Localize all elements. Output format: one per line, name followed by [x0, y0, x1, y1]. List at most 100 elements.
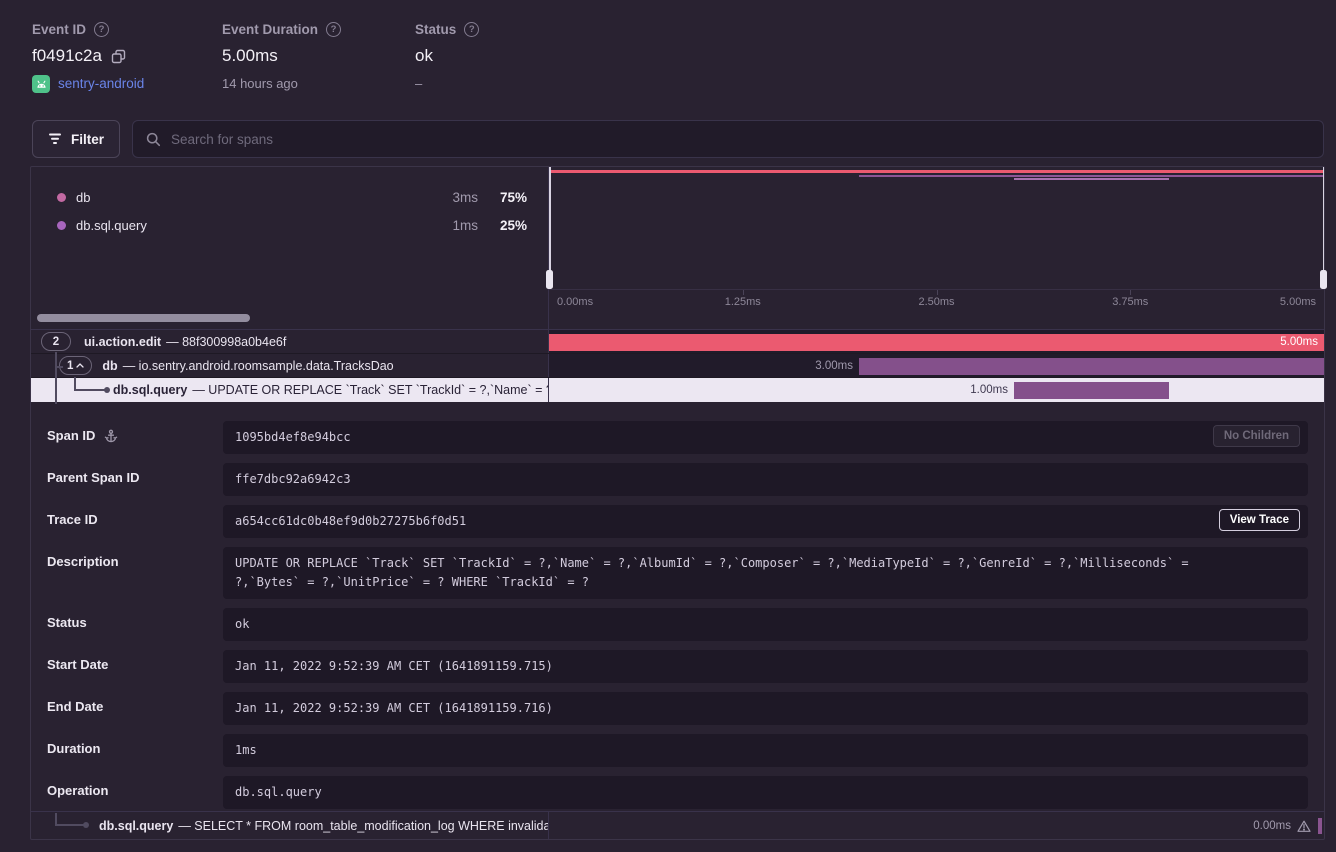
legend-duration: 1ms: [452, 218, 478, 233]
status-sub: –: [415, 76, 422, 91]
span-row-select-query[interactable]: db.sql.query — SELECT * FROM room_table_…: [31, 811, 1324, 839]
search-icon: [146, 132, 161, 147]
detail-label: Description: [47, 554, 119, 569]
tree-connector-line: [74, 389, 106, 391]
search-input[interactable]: [171, 132, 1310, 147]
status-field: Status ? ok –: [415, 22, 479, 93]
event-duration-label: Event Duration: [222, 22, 318, 37]
duration-value: 1ms: [235, 743, 257, 757]
minimap-chart[interactable]: [549, 167, 1324, 289]
event-id-field: Event ID ? f0491c2a: [32, 22, 144, 93]
time-axis: 0.00ms 1.25ms 2.50ms 3.75ms 5.00ms: [549, 289, 1324, 313]
detail-row-parent-span-id: Parent Span ID ffe7dbc92a6942c3: [47, 463, 1308, 496]
minimap-span-db: [859, 175, 1324, 178]
minimap-span-ui-action-edit: [549, 170, 1324, 173]
detail-label: End Date: [47, 699, 103, 714]
description-value: UPDATE OR REPLACE `Track` SET `TrackId` …: [235, 556, 1189, 589]
detail-row-span-id: Span ID 1095bd4ef8e94bcc No Children: [47, 421, 1308, 454]
children-count-badge[interactable]: 2: [41, 332, 71, 351]
span-duration-label: 5.00ms: [1280, 330, 1318, 354]
span-op: db: [102, 359, 117, 373]
legend-percent: 25%: [493, 218, 527, 233]
tick-label: 2.50ms: [918, 296, 954, 308]
status-value: ok: [415, 46, 433, 66]
event-id-value: f0491c2a: [32, 46, 102, 66]
minimap-right-handle[interactable]: [1323, 167, 1325, 289]
span-bar[interactable]: [1014, 382, 1169, 399]
event-id-label: Event ID: [32, 22, 86, 37]
detail-label: Start Date: [47, 657, 108, 672]
detail-label: Operation: [47, 783, 108, 798]
filter-label: Filter: [71, 132, 104, 147]
op-color-dot: [57, 221, 66, 230]
tree-connector-line: [55, 366, 63, 368]
warning-icon: [1297, 820, 1311, 833]
legend-percent: 75%: [493, 190, 527, 205]
view-trace-button[interactable]: View Trace: [1219, 509, 1300, 531]
span-row-ui-action-edit[interactable]: 2 ui.action.edit — 88f300998a0b4e6f 5.00…: [31, 330, 1324, 354]
detail-label: Trace ID: [47, 512, 98, 527]
chevron-up-icon: [76, 363, 84, 368]
tick-label: 0.00ms: [557, 296, 593, 308]
filter-icon: [48, 133, 62, 145]
tree-connector-line: [55, 352, 57, 404]
span-duration-label: 3.00ms: [815, 354, 853, 378]
span-op: ui.action.edit: [84, 335, 161, 349]
copy-icon[interactable]: [111, 49, 126, 64]
parent-span-id-value: ffe7dbc92a6942c3: [235, 472, 351, 486]
span-op: db.sql.query: [113, 383, 187, 397]
detail-row-status: Status ok: [47, 608, 1308, 641]
span-bar[interactable]: [549, 334, 1324, 351]
minimap-left-handle[interactable]: [549, 167, 551, 289]
minimap-span-db-sql-query: [1014, 178, 1169, 180]
span-bar[interactable]: [1318, 818, 1322, 834]
span-id-value: 1095bd4ef8e94bcc: [235, 430, 351, 444]
anchor-icon[interactable]: [104, 429, 118, 443]
span-row-db[interactable]: 1 db — io.sentry.android.roomsample.data…: [31, 354, 1324, 378]
android-icon: [32, 75, 50, 93]
drag-grip[interactable]: [546, 270, 553, 289]
detail-row-trace-id: Trace ID a654cc61dc0b48ef9d0b27275b6f0d5…: [47, 505, 1308, 538]
span-desc: — 88f300998a0b4e6f: [166, 335, 286, 349]
trace-minimap[interactable]: 0.00ms 1.25ms 2.50ms 3.75ms 5.00ms: [549, 167, 1324, 329]
span-tree-panel: db 3ms 75% db.sql.query 1ms 25%: [30, 166, 1325, 840]
op-color-dot: [57, 193, 66, 202]
status-label: Status: [415, 22, 456, 37]
detail-row-end-date: End Date Jan 11, 2022 9:52:39 AM CET (16…: [47, 692, 1308, 725]
span-bar[interactable]: [859, 358, 1324, 375]
help-icon[interactable]: ?: [464, 22, 479, 37]
detail-label: Span ID: [47, 428, 95, 443]
project-name: sentry-android: [58, 76, 144, 91]
span-row-db-sql-query-selected[interactable]: db.sql.query — UPDATE OR REPLACE `Track`…: [31, 378, 1324, 402]
legend-item-db-sql-query[interactable]: db.sql.query 1ms 25%: [31, 211, 548, 239]
help-icon[interactable]: ?: [94, 22, 109, 37]
legend-item-db[interactable]: db 3ms 75%: [31, 183, 548, 211]
detail-label: Duration: [47, 741, 100, 756]
op-breakdown-legend: db 3ms 75% db.sql.query 1ms 25%: [31, 167, 549, 329]
project-link[interactable]: sentry-android: [32, 75, 144, 93]
no-children-button: No Children: [1213, 425, 1300, 447]
legend-duration: 3ms: [452, 190, 478, 205]
span-duration-label: 1.00ms: [970, 378, 1008, 402]
detail-label: Parent Span ID: [47, 470, 139, 485]
legend-op-label: db.sql.query: [76, 218, 147, 233]
tick-label: 5.00ms: [1280, 296, 1316, 308]
detail-row-operation: Operation db.sql.query: [47, 776, 1308, 809]
help-icon[interactable]: ?: [326, 22, 341, 37]
profile-top-section: db 3ms 75% db.sql.query 1ms 25%: [31, 167, 1324, 329]
trace-id-value: a654cc61dc0b48ef9d0b27275b6f0d51: [235, 514, 466, 528]
tree-connector-dot: [83, 822, 89, 828]
detail-row-start-date: Start Date Jan 11, 2022 9:52:39 AM CET (…: [47, 650, 1308, 683]
filter-button[interactable]: Filter: [32, 120, 120, 158]
detail-row-description: Description UPDATE OR REPLACE `Track` SE…: [47, 547, 1308, 599]
span-desc: — SELECT * FROM room_table_modification_…: [178, 819, 549, 833]
legend-op-label: db: [76, 190, 90, 205]
event-duration-value: 5.00ms: [222, 46, 278, 66]
tick-label: 1.25ms: [725, 296, 761, 308]
children-count-badge[interactable]: 1: [59, 356, 92, 375]
tree-connector-dot: [104, 387, 110, 393]
horizontal-scrollbar-thumb[interactable]: [37, 314, 250, 322]
detail-row-duration: Duration 1ms: [47, 734, 1308, 767]
drag-grip[interactable]: [1320, 270, 1327, 289]
tree-connector-line: [55, 824, 85, 826]
